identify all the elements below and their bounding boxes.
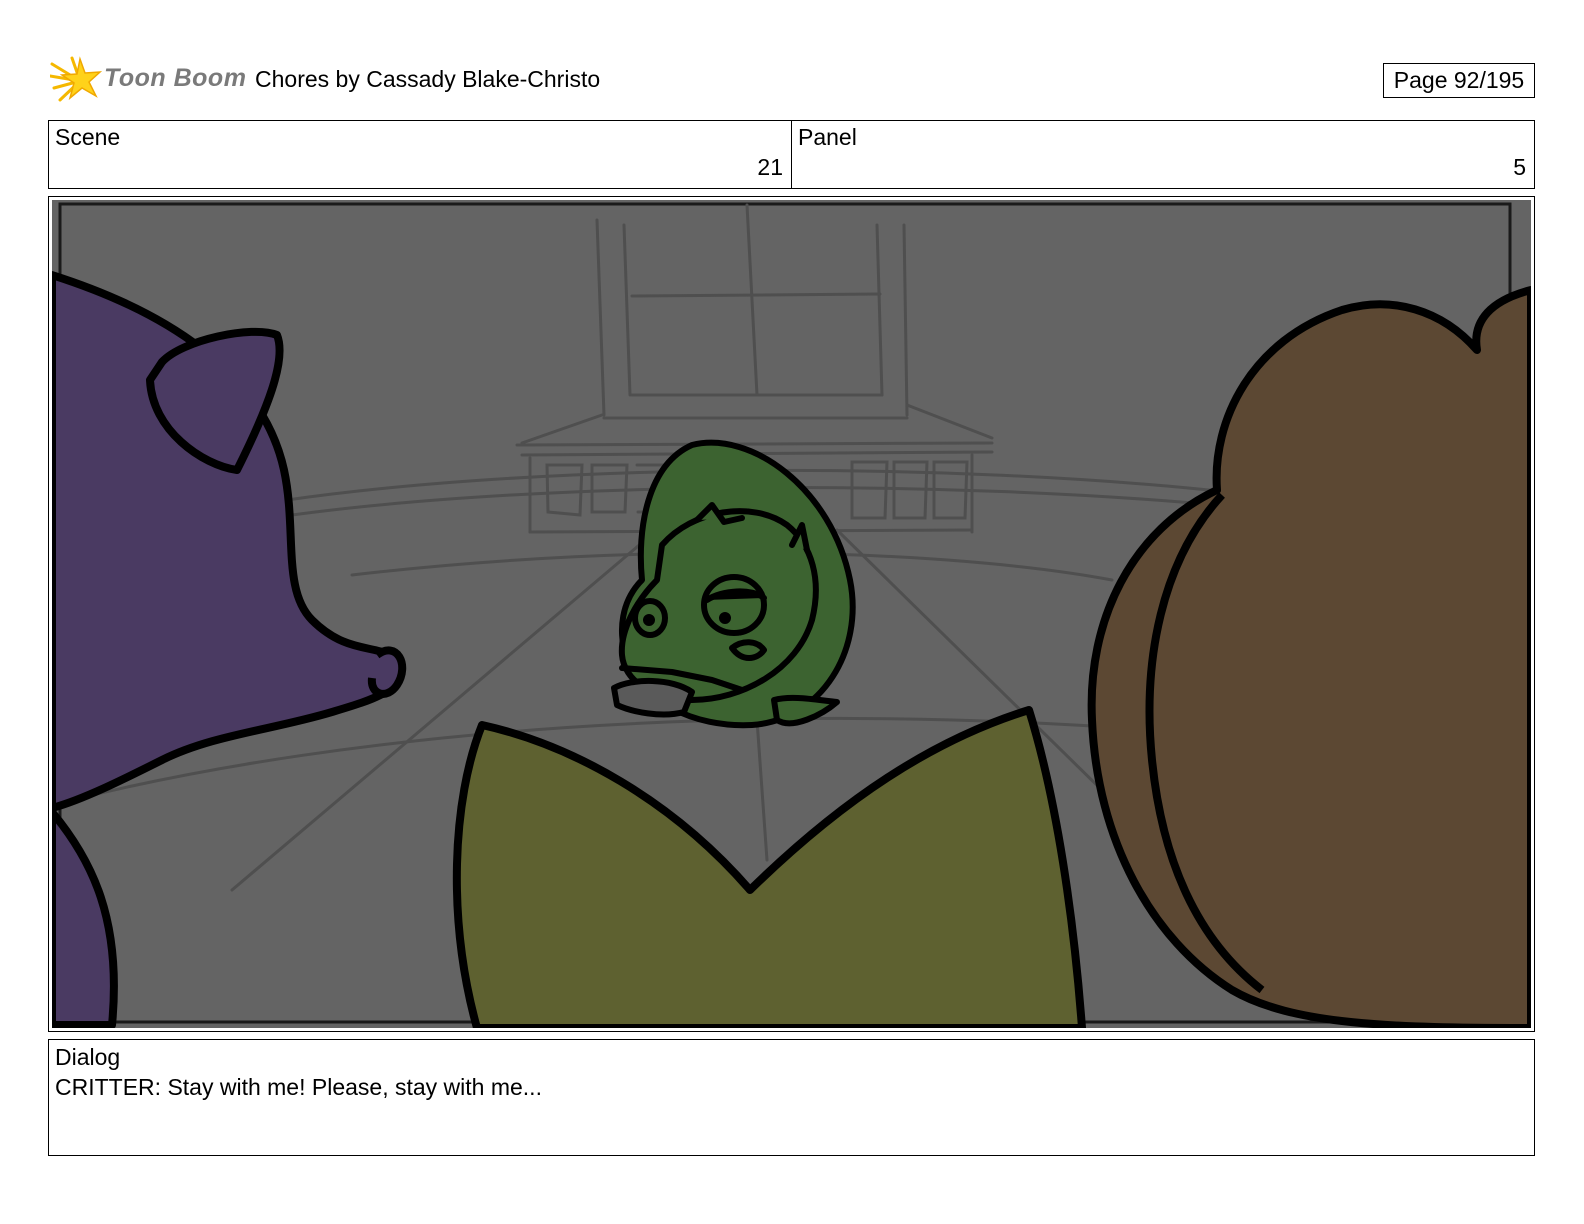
logo-text: Toon Boom [104,64,247,92]
scene-number: 21 [757,154,783,180]
document-title: Chores by Cassady Blake-Christo [255,66,601,92]
scene-cell: Scene 21 [49,121,791,188]
dialog-text: CRITTER: Stay with me! Please, stay with… [55,1074,542,1100]
panel-cell: Panel 5 [791,121,1534,188]
dialog-label: Dialog [55,1044,121,1070]
storyboard-panel [48,196,1535,1032]
toon-boom-logo: Toon Boom [48,56,250,106]
scene-panel-row: Scene 21 Panel 5 [48,120,1535,189]
page-number: Page 92/195 [1383,63,1535,98]
dialog-box: Dialog CRITTER: Stay with me! Please, st… [48,1039,1535,1156]
page-header: Toon Boom Chores by Cassady Blake-Christ… [48,56,1535,106]
panel-illustration [52,200,1531,1028]
panel-label: Panel [798,124,857,150]
panel-number: 5 [1513,154,1526,180]
scene-label: Scene [55,124,121,150]
star-logo-icon [48,56,103,102]
